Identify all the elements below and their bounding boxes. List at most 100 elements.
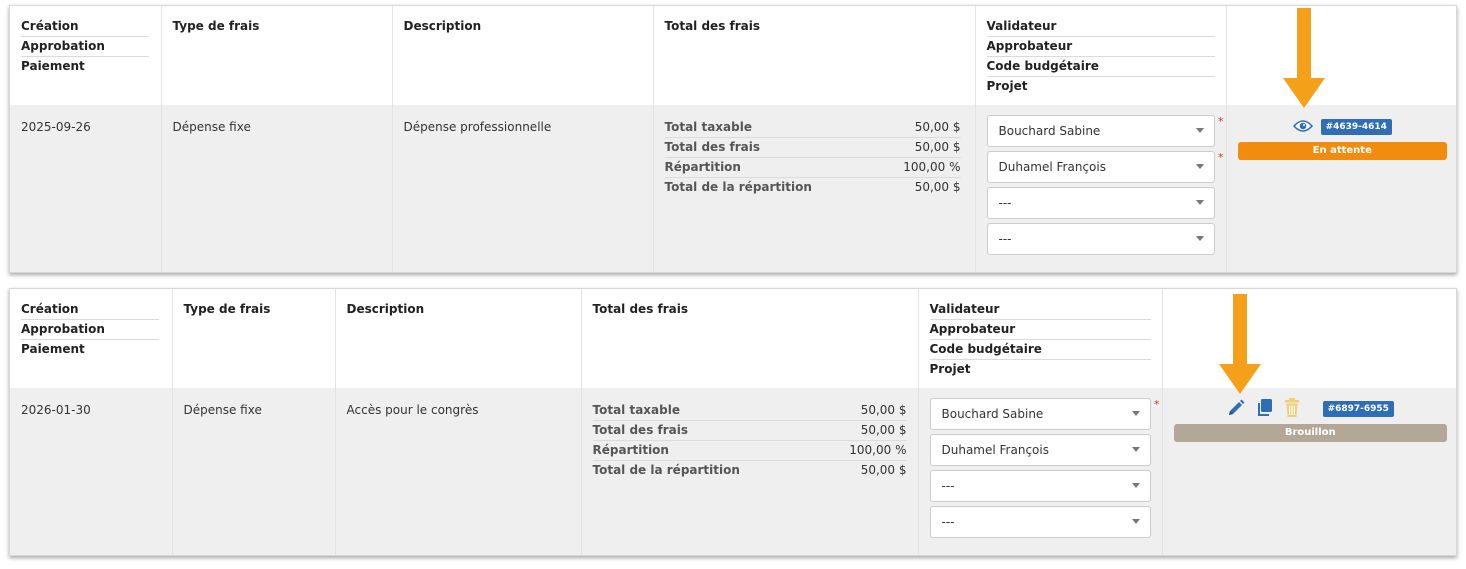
chevron-down-icon [1131,519,1140,524]
expense-id-badge[interactable]: #4639-4614 [1320,119,1392,135]
people-selects: Bouchard Sabine * Duhamel François * ---… [974,105,1226,272]
header-creation: Création [21,300,159,320]
header-approbation: Approbation [21,320,159,340]
header-approbateur: Approbateur [929,320,1151,340]
header-people: Validateur Approbateur Code budgétaire P… [917,289,1162,388]
total-label: Total de la répartition [592,463,740,477]
header-description: Description [346,302,425,316]
header-total-des-frais: Total des frais [664,19,761,33]
header-projet: Projet [986,79,1028,93]
validateur-select[interactable]: Bouchard Sabine [929,398,1151,430]
total-taxable-row: Total taxable 50,00 $ [592,401,907,421]
expense-description: Dépense professionnelle [403,120,552,134]
expense-id-badge[interactable]: #6897-6955 [1322,401,1394,417]
chevron-down-icon [1195,164,1204,169]
total-value: 50,00 $ [914,140,961,154]
total-repartition-row: Total de la répartition 50,00 $ [593,461,907,480]
header-projet: Projet [929,362,971,376]
total-value: 50,00 $ [914,120,961,134]
projet-select[interactable]: --- [986,223,1215,255]
header-type-de-frais: Type de frais [172,19,260,33]
totals-block: Total taxable 50,00 $ Total des frais 50,0… [580,388,918,555]
totals-block: Total taxable 50,00 $ Total des frais 50,0… [652,105,975,272]
total-taxable-row: Total taxable 50,00 $ [664,118,961,138]
expense-type: Dépense fixe [183,403,262,417]
header-actions [1225,6,1456,105]
approbateur-select[interactable]: Duhamel François [986,151,1215,183]
total-frais-row: Total des frais 50,00 $ [664,138,961,158]
header-total-des-frais: Total des frais [592,302,689,316]
expense-table-1: Création Approbation Paiement Type de fr… [10,6,1456,272]
table-row: 2025-09-26 Dépense fixe Dépense professi… [10,105,1456,272]
total-value: 100,00 % [849,443,907,457]
header-dates: Création Approbation Paiement [10,289,172,388]
header-approbation: Approbation [21,37,149,57]
total-label: Total taxable [664,120,752,134]
creation-date: 2026-01-30 [21,403,91,417]
eye-icon[interactable] [1292,119,1313,136]
code-budgetaire-value: --- [941,479,955,493]
table-header-row: Création Approbation Paiement Type de fr… [10,6,1456,105]
total-label: Total de la répartition [664,180,812,194]
header-approbateur: Approbateur [986,37,1215,57]
total-value: 50,00 $ [860,463,907,477]
expense-type: Dépense fixe [172,120,251,134]
chevron-down-icon [1131,447,1140,452]
repartition-row: Répartition 100,00 % [664,158,961,178]
approbateur-select[interactable]: Duhamel François [929,434,1151,466]
header-creation: Création [21,17,149,37]
header-actions [1161,289,1456,388]
projet-value: --- [998,232,1012,246]
copy-icon[interactable] [1255,398,1273,421]
header-description: Description [403,19,482,33]
chevron-down-icon [1195,236,1204,241]
annotation-arrow-1 [1283,8,1325,108]
validateur-value: Bouchard Sabine [941,407,1044,421]
repartition-row: Répartition 100,00 % [592,441,907,461]
action-icons: #4639-4614 [1238,117,1448,137]
status-badge: Brouillon [1173,424,1447,442]
expense-description: Accès pour le congrès [346,403,479,417]
action-icons: #6897-6955 [1174,397,1448,421]
total-value: 50,00 $ [914,180,961,194]
header-code-budgetaire: Code budgétaire [986,57,1215,77]
creation-date: 2025-09-26 [21,120,91,134]
required-marker: * [1218,115,1224,128]
required-marker: * [1154,398,1160,411]
header-paiement: Paiement [21,59,85,73]
header-validateur: Validateur [929,300,1151,320]
validateur-select[interactable]: Bouchard Sabine [986,115,1215,147]
total-frais-row: Total des frais 50,00 $ [592,421,907,441]
total-value: 50,00 $ [860,403,907,417]
status-badge: En attente [1237,142,1447,160]
total-label: Total des frais [592,423,689,437]
total-label: Répartition [592,443,669,457]
total-repartition-row: Total de la répartition 50,00 $ [665,178,961,197]
header-code-budgetaire: Code budgétaire [929,340,1151,360]
table-row: 2026-01-30 Dépense fixe Accès pour le co… [10,388,1456,555]
code-budgetaire-select[interactable]: --- [986,187,1215,219]
actions-cell: #6897-6955 Brouillon [1161,388,1456,555]
header-paiement: Paiement [21,342,85,356]
code-budgetaire-select[interactable]: --- [929,470,1151,502]
total-value: 50,00 $ [860,423,907,437]
total-label: Total taxable [592,403,680,417]
total-label: Répartition [664,160,741,174]
total-label: Total des frais [664,140,761,154]
pencil-icon[interactable] [1227,399,1245,420]
trash-icon[interactable] [1283,397,1301,421]
people-selects: Bouchard Sabine * Duhamel François --- -… [917,388,1162,555]
validateur-value: Bouchard Sabine [998,124,1101,138]
chevron-down-icon [1131,411,1140,416]
projet-select[interactable]: --- [929,506,1151,538]
header-people: Validateur Approbateur Code budgétaire P… [974,6,1226,105]
total-value: 100,00 % [903,160,961,174]
expense-card-1: Création Approbation Paiement Type de fr… [9,5,1457,273]
approbateur-value: Duhamel François [998,160,1106,174]
annotation-arrow-2 [1219,294,1261,394]
actions-cell: #4639-4614 En attente [1225,105,1456,272]
chevron-down-icon [1195,128,1204,133]
header-validateur: Validateur [986,17,1215,37]
header-type-de-frais: Type de frais [183,302,271,316]
header-dates: Création Approbation Paiement [10,6,161,105]
